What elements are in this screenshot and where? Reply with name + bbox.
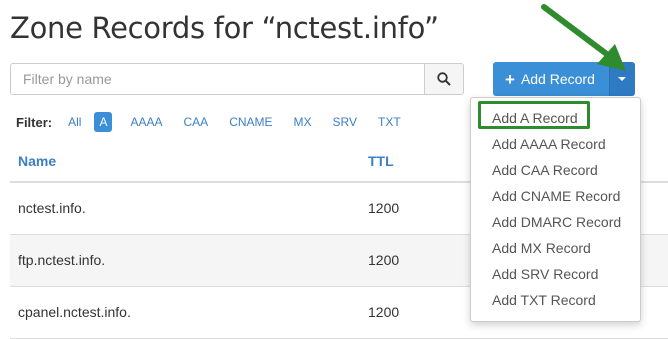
filter-mx[interactable]: MX bbox=[294, 115, 312, 129]
record-name: nctest.info. bbox=[18, 200, 86, 216]
menu-item-add-srv-record[interactable]: Add SRV Record bbox=[492, 266, 598, 282]
record-name: ftp.nctest.info. bbox=[18, 252, 106, 268]
plus-icon: + bbox=[505, 69, 515, 89]
record-name: cpanel.nctest.info. bbox=[18, 304, 131, 320]
page-title: Zone Records for “nctest.info” bbox=[10, 11, 439, 45]
filter-label: Filter: bbox=[16, 114, 53, 130]
record-ttl: 1200 bbox=[368, 200, 400, 216]
filter-bar: Filter: All A AAAA CAA CNAME MX SRV TXT bbox=[16, 112, 422, 132]
search-box bbox=[10, 63, 464, 95]
filter-aaaa[interactable]: AAAA bbox=[130, 115, 162, 129]
filter-txt[interactable]: TXT bbox=[378, 115, 401, 129]
annotation-highlight-box bbox=[478, 101, 590, 129]
add-record-menu: Add A Record Add AAAA Record Add CAA Rec… bbox=[470, 97, 641, 322]
filter-caa[interactable]: CAA bbox=[184, 115, 209, 129]
column-header-ttl[interactable]: TTL bbox=[368, 153, 394, 169]
menu-item-add-txt-record[interactable]: Add TXT Record bbox=[492, 292, 596, 308]
menu-item-add-dmarc-record[interactable]: Add DMARC Record bbox=[492, 214, 621, 230]
filter-srv[interactable]: SRV bbox=[333, 115, 357, 129]
record-ttl: 1200 bbox=[368, 252, 400, 268]
menu-item-add-caa-record[interactable]: Add CAA Record bbox=[492, 162, 598, 178]
menu-item-add-aaaa-record[interactable]: Add AAAA Record bbox=[492, 136, 606, 152]
column-header-name[interactable]: Name bbox=[18, 153, 56, 169]
menu-item-add-cname-record[interactable]: Add CNAME Record bbox=[492, 188, 620, 204]
search-input[interactable] bbox=[11, 64, 424, 94]
search-icon bbox=[437, 72, 451, 86]
filter-cname[interactable]: CNAME bbox=[229, 115, 272, 129]
annotation-arrow bbox=[541, 4, 626, 71]
menu-item-add-mx-record[interactable]: Add MX Record bbox=[492, 240, 591, 256]
filter-all[interactable]: All bbox=[68, 115, 81, 129]
filter-a[interactable]: A bbox=[94, 112, 113, 132]
search-button[interactable] bbox=[424, 64, 463, 94]
record-ttl: 1200 bbox=[368, 304, 400, 320]
